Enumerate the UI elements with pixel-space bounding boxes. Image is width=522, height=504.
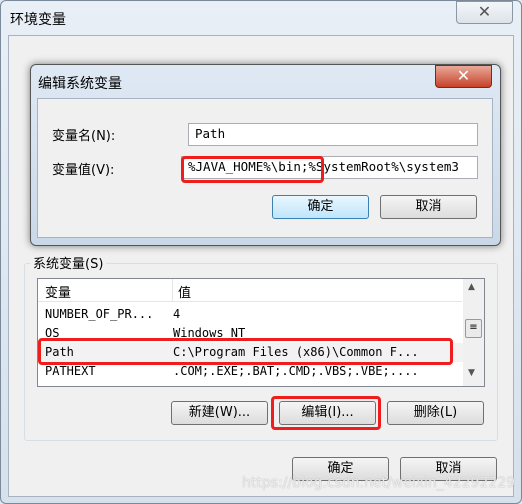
- new-button[interactable]: 新建(W)...: [171, 401, 268, 425]
- dialog-cancel-button[interactable]: 取消: [380, 195, 477, 219]
- scroll-up-icon[interactable]: ▲: [468, 282, 475, 292]
- scroll-down-icon[interactable]: ▼: [468, 368, 475, 378]
- system-variables-list[interactable]: 变量 值 NUMBER_OF_PR... 4 OS Windows_NT Path C…: [37, 278, 485, 387]
- scrollbar-thumb[interactable]: ≡: [465, 319, 482, 338]
- close-icon: ✕: [477, 2, 492, 21]
- vertical-scrollbar[interactable]: ▲ ≡ ▼: [463, 279, 484, 386]
- dialog-title: 编辑系统变量: [38, 76, 122, 92]
- window-title: 环境变量: [10, 12, 66, 28]
- delete-button[interactable]: 删除(L): [387, 401, 484, 425]
- column-header-variable[interactable]: 变量: [45, 282, 71, 301]
- system-variables-label: 系统变量(S): [30, 253, 107, 272]
- list-row[interactable]: NUMBER_OF_PR... 4: [39, 305, 463, 324]
- list-header: 变量 值: [38, 279, 462, 302]
- variable-name-input[interactable]: Path: [188, 123, 478, 146]
- dialog-close-button[interactable]: ✕: [435, 65, 492, 88]
- variable-name-label: 变量名(N):: [52, 129, 116, 144]
- variable-value-label: 变量值(V):: [52, 163, 115, 178]
- edit-button-highlight: [271, 396, 381, 430]
- value-highlight: [181, 156, 324, 183]
- path-row-highlight: [38, 338, 453, 365]
- column-header-value[interactable]: 值: [172, 279, 196, 301]
- close-icon: ✕: [456, 66, 471, 85]
- row-value: 4: [173, 307, 181, 321]
- window-close-button[interactable]: ✕: [456, 1, 513, 24]
- watermark: https://blog.csdn.net/weixin_42292229: [242, 475, 516, 491]
- row-name: NUMBER_OF_PR...: [45, 307, 154, 321]
- dialog-ok-button[interactable]: 确定: [272, 195, 369, 219]
